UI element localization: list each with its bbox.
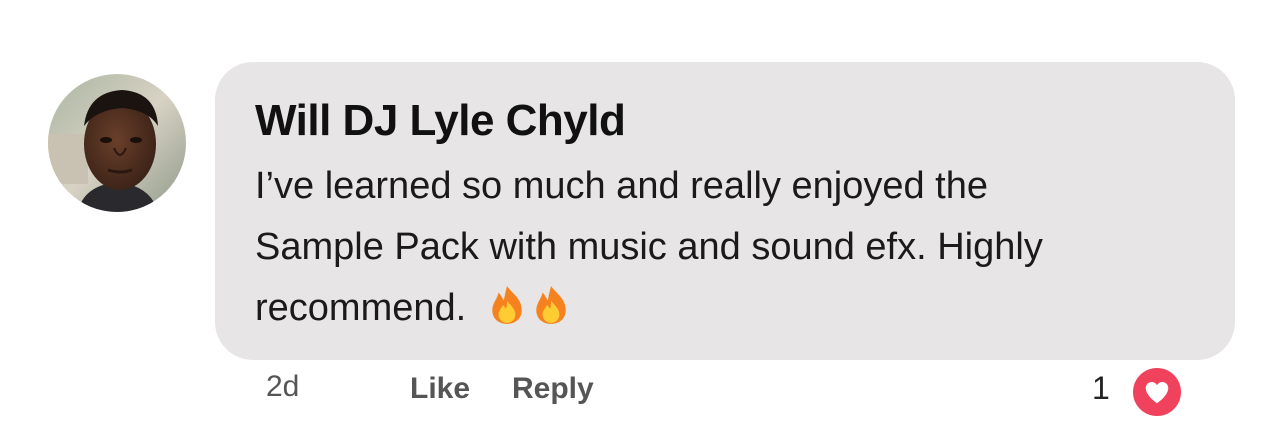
comment-actions: 2d Like Reply 1 (0, 362, 1284, 422)
reaction-count[interactable]: 1 (1092, 370, 1110, 407)
comment-line-text: recommend. (255, 287, 467, 329)
comment-author[interactable]: Will DJ Lyle Chyld (255, 96, 626, 146)
comment-line: Sample Pack with music and sound efx. Hi… (255, 226, 1043, 268)
like-button[interactable]: Like (410, 372, 470, 406)
comment: Will DJ Lyle Chyld I’ve learned so much … (0, 0, 1284, 434)
comment-body: I’ve learned so much and really enjoyed … (255, 156, 1215, 345)
heart-glyph (1145, 382, 1169, 404)
comment-line: I’ve learned so much and really enjoyed … (255, 165, 989, 207)
avatar[interactable] (48, 74, 186, 212)
profile-photo (48, 74, 186, 212)
fire-emoji (492, 286, 522, 324)
comment-line-last: recommend. (255, 278, 1215, 345)
comment-bubble: Will DJ Lyle Chyld I’ve learned so much … (215, 62, 1235, 360)
reply-button[interactable]: Reply (512, 372, 594, 406)
love-heart-icon[interactable] (1130, 365, 1184, 419)
comment-timestamp[interactable]: 2d (266, 370, 299, 404)
fire-emoji (536, 286, 566, 324)
emoji-group (486, 284, 574, 345)
